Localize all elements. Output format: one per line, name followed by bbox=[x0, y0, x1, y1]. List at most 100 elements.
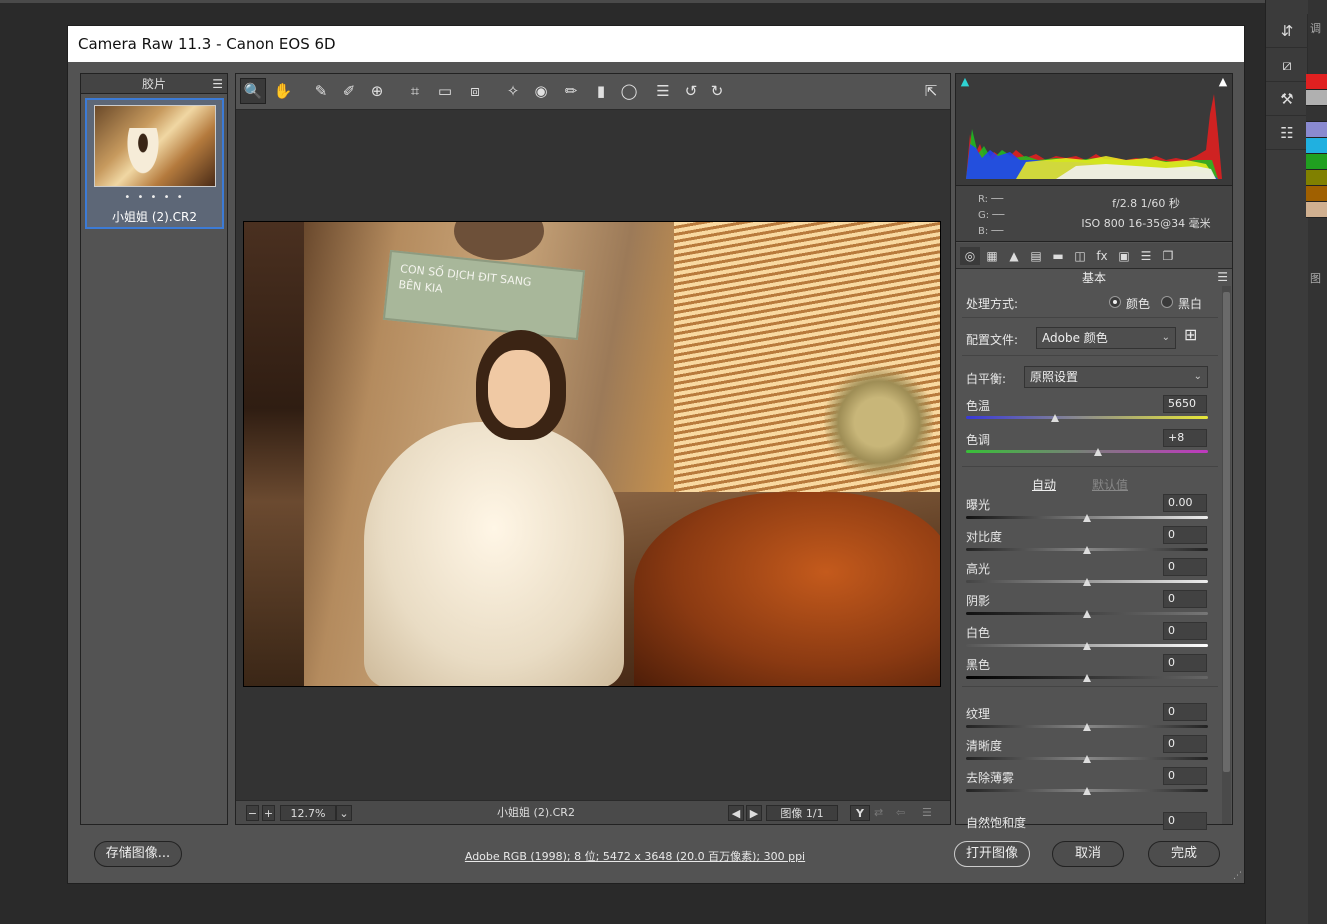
process-bw-radio[interactable] bbox=[1161, 296, 1173, 308]
fullscreen-icon[interactable]: ⇱ bbox=[918, 78, 944, 104]
cancel-button[interactable]: 取消 bbox=[1052, 841, 1124, 867]
color-swatch[interactable] bbox=[1306, 122, 1327, 138]
tool-preset-icon[interactable]: ⚒ bbox=[1266, 82, 1308, 116]
color-swatch[interactable] bbox=[1306, 170, 1327, 186]
tab-snapshots-icon[interactable]: ❐ bbox=[1158, 247, 1178, 265]
resize-grip-icon[interactable]: ⋰ bbox=[1233, 871, 1242, 881]
preview-settings-icon[interactable]: ☰ bbox=[922, 805, 940, 821]
zoom-out-icon[interactable]: − bbox=[246, 805, 259, 821]
auto-link[interactable]: 自动 bbox=[1032, 476, 1056, 493]
before-after-toggle[interactable]: Y bbox=[850, 805, 870, 821]
white-balance-dropdown[interactable]: 原照设置 ⌄ bbox=[1024, 366, 1208, 388]
profile-dropdown[interactable]: Adobe 颜色 ⌄ bbox=[1036, 327, 1176, 349]
color-swatch[interactable] bbox=[1306, 202, 1327, 218]
next-image-icon[interactable]: ▶ bbox=[746, 805, 762, 821]
filmstrip-menu-icon[interactable]: ☰ bbox=[212, 74, 223, 94]
radial-filter-tool-icon[interactable]: ◯ bbox=[616, 78, 642, 104]
tab-basic-icon[interactable]: ◎ bbox=[960, 247, 980, 265]
temperature-slider-knob[interactable] bbox=[1051, 414, 1059, 422]
contrast-input[interactable]: 0 bbox=[1163, 526, 1207, 544]
tint-slider[interactable] bbox=[966, 450, 1208, 453]
properties-icon[interactable]: ☷ bbox=[1266, 116, 1308, 150]
preview-image[interactable]: CON SỐ DỊCH ĐIT SANG BÊN KIA bbox=[243, 221, 941, 687]
filmstrip-thumbnail[interactable]: • • • • • 小姐姐 (2).CR2 bbox=[85, 98, 224, 229]
copy-settings-icon[interactable]: ⇦ bbox=[896, 805, 914, 821]
color-swatch[interactable] bbox=[1306, 154, 1327, 170]
profile-browser-icon[interactable]: ⊞ bbox=[1184, 325, 1197, 344]
shadows-input[interactable]: 0 bbox=[1163, 590, 1207, 608]
layers-panel-header[interactable]: 图 bbox=[1310, 270, 1321, 286]
crop-tool-icon[interactable]: ⌗ bbox=[402, 78, 428, 104]
red-eye-tool-icon[interactable]: ◉ bbox=[528, 78, 554, 104]
hand-tool-icon[interactable]: ✋ bbox=[270, 78, 296, 104]
save-image-button[interactable]: 存储图像... bbox=[94, 841, 182, 867]
temperature-slider[interactable] bbox=[966, 416, 1208, 419]
texture-input[interactable]: 0 bbox=[1163, 703, 1207, 721]
texture-slider-knob[interactable] bbox=[1083, 723, 1091, 731]
thumbnail-rating-dots[interactable]: • • • • • bbox=[87, 192, 222, 203]
default-link[interactable]: 默认值 bbox=[1092, 476, 1128, 493]
zoom-level[interactable]: 12.7% bbox=[280, 805, 336, 821]
tab-hsl-icon[interactable]: ▤ bbox=[1026, 247, 1046, 265]
highlights-slider-knob[interactable] bbox=[1083, 578, 1091, 586]
adjust-panel-header[interactable]: 调 bbox=[1310, 20, 1321, 36]
section-menu-icon[interactable]: ☰ bbox=[1217, 270, 1228, 284]
straighten-tool-icon[interactable]: ▭ bbox=[432, 78, 458, 104]
brush-preset-icon[interactable]: ⧄ bbox=[1266, 48, 1308, 82]
open-image-button[interactable]: 打开图像 bbox=[954, 841, 1030, 867]
dehaze-input[interactable]: 0 bbox=[1163, 767, 1207, 785]
targeted-adjustment-tool-icon[interactable]: ⊕ bbox=[364, 78, 390, 104]
color-swatch[interactable] bbox=[1306, 90, 1327, 106]
panel-scrollbar[interactable] bbox=[1222, 286, 1231, 824]
contrast-slider-knob[interactable] bbox=[1083, 546, 1091, 554]
shadows-slider-knob[interactable] bbox=[1083, 610, 1091, 618]
tab-tone-curve-icon[interactable]: ▦ bbox=[982, 247, 1002, 265]
done-button[interactable]: 完成 bbox=[1148, 841, 1220, 867]
graduated-filter-tool-icon[interactable]: ▮ bbox=[588, 78, 614, 104]
color-swatch[interactable] bbox=[1306, 74, 1327, 90]
blacks-slider-knob[interactable] bbox=[1083, 674, 1091, 682]
white-balance-tool-icon[interactable]: ✎ bbox=[308, 78, 334, 104]
zoom-tool-icon[interactable]: 🔍 bbox=[240, 78, 266, 104]
tint-input[interactable]: +8 bbox=[1163, 429, 1207, 447]
clarity-input[interactable]: 0 bbox=[1163, 735, 1207, 753]
prev-image-icon[interactable]: ◀ bbox=[728, 805, 744, 821]
process-color-label[interactable]: 颜色 bbox=[1126, 295, 1150, 312]
color-swatch[interactable] bbox=[1306, 106, 1327, 122]
blacks-input[interactable]: 0 bbox=[1163, 654, 1207, 672]
exposure-slider-knob[interactable] bbox=[1083, 514, 1091, 522]
workflow-options-link[interactable]: Adobe RGB (1998); 8 位; 5472 x 3648 (20.0… bbox=[445, 848, 825, 864]
swap-settings-icon[interactable]: ⇄ bbox=[874, 805, 892, 821]
clarity-slider-knob[interactable] bbox=[1083, 755, 1091, 763]
tab-presets-icon[interactable]: ☰ bbox=[1136, 247, 1156, 265]
adjustment-brush-tool-icon[interactable]: ✏ bbox=[558, 78, 584, 104]
spot-removal-tool-icon[interactable]: ✧ bbox=[500, 78, 526, 104]
tab-detail-icon[interactable]: ▲ bbox=[1004, 247, 1024, 265]
exposure-input[interactable]: 0.00 bbox=[1163, 494, 1207, 512]
rotate-left-tool-icon[interactable]: ↺ bbox=[678, 78, 704, 104]
tab-lens-icon[interactable]: ◫ bbox=[1070, 247, 1090, 265]
highlights-input[interactable]: 0 bbox=[1163, 558, 1207, 576]
temperature-input[interactable]: 5650 bbox=[1163, 395, 1207, 413]
color-swatch[interactable] bbox=[1306, 186, 1327, 202]
zoom-in-icon[interactable]: + bbox=[262, 805, 275, 821]
process-color-radio[interactable] bbox=[1109, 296, 1121, 308]
whites-slider-knob[interactable] bbox=[1083, 642, 1091, 650]
process-bw-label[interactable]: 黑白 bbox=[1178, 295, 1202, 312]
rotate-right-tool-icon[interactable]: ↻ bbox=[704, 78, 730, 104]
preferences-tool-icon[interactable]: ☰ bbox=[650, 78, 676, 104]
zoom-dropdown-chevron-icon[interactable]: ⌄ bbox=[336, 805, 352, 821]
photo-sign: CON SỐ DỊCH ĐIT SANG BÊN KIA bbox=[382, 249, 586, 341]
color-swatch[interactable] bbox=[1306, 138, 1327, 154]
tab-effects-icon[interactable]: fx bbox=[1092, 247, 1112, 265]
scrollbar-thumb[interactable] bbox=[1223, 292, 1230, 772]
b-readout: B: ── bbox=[978, 226, 1004, 237]
transform-tool-icon[interactable]: ⧈ bbox=[462, 78, 488, 104]
dehaze-slider-knob[interactable] bbox=[1083, 787, 1091, 795]
tab-split-toning-icon[interactable]: ▬ bbox=[1048, 247, 1068, 265]
color-sampler-tool-icon[interactable]: ✐ bbox=[336, 78, 362, 104]
history-icon[interactable]: ⇵ bbox=[1266, 14, 1308, 48]
tint-slider-knob[interactable] bbox=[1094, 448, 1102, 456]
whites-input[interactable]: 0 bbox=[1163, 622, 1207, 640]
tab-calibration-icon[interactable]: ▣ bbox=[1114, 247, 1134, 265]
